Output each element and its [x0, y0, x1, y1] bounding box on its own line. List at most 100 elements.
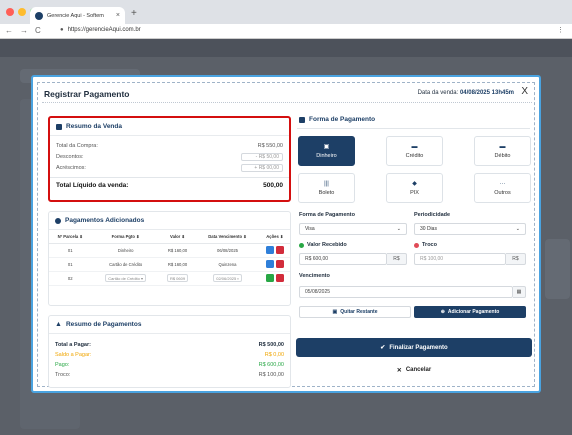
troco-row: Troco: R$ 100,00	[49, 370, 290, 380]
method-pix-button[interactable]: ◆ PIX	[386, 173, 443, 203]
parcela-cell: 02	[49, 271, 92, 286]
saldo-pagar-label: Saldo a Pagar:	[55, 352, 92, 358]
dollar-icon	[55, 217, 61, 224]
forma-pagamento-select[interactable]: Visa ⌄	[299, 223, 407, 235]
valor-input[interactable]: R$ 0609	[166, 274, 189, 282]
valor-recebido-input[interactable]: R$ 600,00	[299, 253, 387, 265]
check-circle-icon: ✔	[380, 345, 386, 351]
adicionar-pagamento-label: Adicionar Pagamento	[447, 309, 500, 315]
url-field[interactable]: ● https://gerencieAqui.com.br	[60, 27, 141, 33]
payments-table: Nº Parcela ⬍ Forma Pgto ⬍ Valor ⬍ Data V…	[49, 230, 290, 286]
data-cell: 06/08/2025	[195, 243, 260, 258]
quitar-restante-button[interactable]: ▣ Quitar Restante	[299, 306, 411, 318]
total-pagar-row: Total a Pagar: R$ 500,00	[49, 340, 290, 350]
registrar-pagamento-modal: Registrar Pagamento Data da venda: 04/08…	[31, 75, 541, 393]
plus-circle-icon: ⊕	[440, 309, 445, 315]
acrescimos-input[interactable]: + R$ 00,00	[241, 163, 283, 172]
data-input[interactable]: 02/06/2025 ▪	[213, 274, 242, 282]
total-pagar-label: Total a Pagar:	[55, 342, 91, 348]
finalizar-pagamento-button[interactable]: ✔ Finalizar Pagamento	[296, 338, 532, 357]
total-compra-row: Total da Compra: R$ 550,00	[50, 140, 289, 151]
check-icon[interactable]	[265, 274, 274, 282]
method-credito-button[interactable]: ▬ Crédito	[386, 136, 443, 166]
method-label: Débito	[494, 152, 511, 159]
table-header-row: Nº Parcela ⬍ Forma Pgto ⬍ Valor ⬍ Data V…	[49, 230, 290, 244]
method-dinheiro-button[interactable]: ▣ Dinheiro	[298, 136, 355, 166]
method-label: Crédito	[405, 152, 424, 159]
bank-icon	[299, 116, 305, 123]
minimize-window-icon[interactable]	[18, 8, 26, 16]
divider	[297, 128, 530, 129]
troco-summary-value: R$ 100,00	[258, 372, 284, 378]
pago-label: Pago:	[55, 362, 70, 368]
method-label: Dinheiro	[316, 152, 337, 159]
forma-pagamento-label: Forma de Pagamento	[299, 212, 355, 218]
back-icon[interactable]: ←	[5, 26, 13, 35]
table-row: 01 Dinheiro R$ 160,00 06/08/2025	[49, 243, 290, 258]
divider	[42, 102, 532, 103]
tab-close-icon[interactable]: ×	[116, 12, 120, 19]
currency-addon: R$	[387, 253, 407, 265]
new-tab-button[interactable]: +	[131, 8, 137, 20]
column-header[interactable]: Ações ⬍	[259, 230, 290, 244]
more-icon: ···	[499, 180, 506, 187]
pagamentos-adicionados-header: Pagamentos Adicionados	[49, 212, 290, 230]
data-cell: 02/06/2025 ▪	[195, 271, 260, 286]
table-row: 01 Cartão de Crédito R$ 160,00 Quinzena	[49, 257, 290, 272]
pix-icon: ◆	[412, 180, 417, 187]
trash-icon[interactable]	[275, 246, 284, 254]
data-cell: Quinzena	[195, 257, 260, 272]
close-icon: ✕	[396, 367, 402, 374]
column-header[interactable]: Nº Parcela ⬍	[49, 230, 92, 244]
resumo-venda-header: Resumo da Venda	[50, 118, 289, 136]
pago-value: R$ 600,00	[258, 362, 284, 368]
chevron-down-icon: ⌄	[515, 226, 520, 232]
valor-recebido-label: Valor Recebido	[299, 242, 347, 248]
forma-select[interactable]: Cartão de Crédito ▾	[105, 274, 146, 282]
valor-recebido-text: Valor Recebido	[307, 242, 347, 248]
modal-close-button[interactable]: X	[521, 87, 528, 97]
money-icon: ▣	[332, 309, 338, 315]
column-header[interactable]: Valor ⬍	[159, 230, 196, 244]
close-window-icon[interactable]	[6, 8, 14, 16]
reload-icon[interactable]: C	[35, 26, 41, 35]
method-debito-button[interactable]: ▬ Débito	[474, 136, 531, 166]
browser-menu-icon[interactable]: ⋮	[557, 26, 564, 34]
modal-body: Registrar Pagamento Data da venda: 04/08…	[37, 82, 535, 388]
lock-icon: ●	[60, 27, 64, 33]
background-block	[545, 239, 570, 299]
method-boleto-button[interactable]: ||| Boleto	[298, 173, 355, 203]
adicionar-pagamento-button[interactable]: ⊕ Adicionar Pagamento	[414, 306, 526, 318]
column-header[interactable]: Data Vencimento ⬍	[195, 230, 260, 244]
edit-icon[interactable]	[265, 260, 274, 268]
forward-icon[interactable]: →	[20, 26, 28, 35]
modal-title: Registrar Pagamento	[44, 89, 130, 99]
vencimento-input[interactable]: 05/08/2025	[299, 286, 513, 298]
calendar-icon[interactable]: ▦	[513, 286, 526, 298]
forma-pagamento-value: Visa	[305, 226, 315, 232]
actions-cell	[259, 243, 290, 258]
resumo-pagamentos-header: ▲ Resumo de Pagamentos	[49, 316, 290, 334]
total-liquido-label: Total Líquido da venda:	[56, 182, 129, 189]
periodicidade-select[interactable]: 30 Dias ⌄	[414, 223, 526, 235]
pagamentos-adicionados-title: Pagamentos Adicionados	[65, 217, 145, 224]
troco-input: R$ 100,00	[414, 253, 506, 265]
method-outros-button[interactable]: ··· Outros	[474, 173, 531, 203]
browser-tab[interactable]: Gerencie Aqui - Softem ×	[30, 7, 125, 24]
cancelar-button[interactable]: ✕ Cancelar	[296, 362, 532, 378]
url-prefix: https://	[67, 27, 86, 33]
troco-text: Troco	[422, 242, 437, 248]
trash-icon[interactable]	[275, 274, 284, 282]
column-header[interactable]: Forma Pgto ⬍	[91, 230, 160, 244]
acrescimos-label: Acréscimos:	[56, 164, 86, 171]
descontos-input[interactable]: - R$ 50,00	[241, 152, 283, 161]
trash-icon[interactable]	[275, 260, 284, 268]
valor-cell: R$ 160,00	[159, 257, 196, 272]
actions-cell	[259, 257, 290, 272]
sale-date: Data da venda: 04/08/2025 13h45m	[418, 90, 514, 96]
forma-pagamento-header: Forma de Pagamento	[299, 116, 375, 123]
edit-icon[interactable]	[265, 246, 274, 254]
forma-cell: Cartão de Crédito	[91, 257, 160, 272]
method-label: Boleto	[318, 189, 335, 196]
saldo-pagar-row: Saldo a Pagar: R$ 0,00	[49, 350, 290, 360]
